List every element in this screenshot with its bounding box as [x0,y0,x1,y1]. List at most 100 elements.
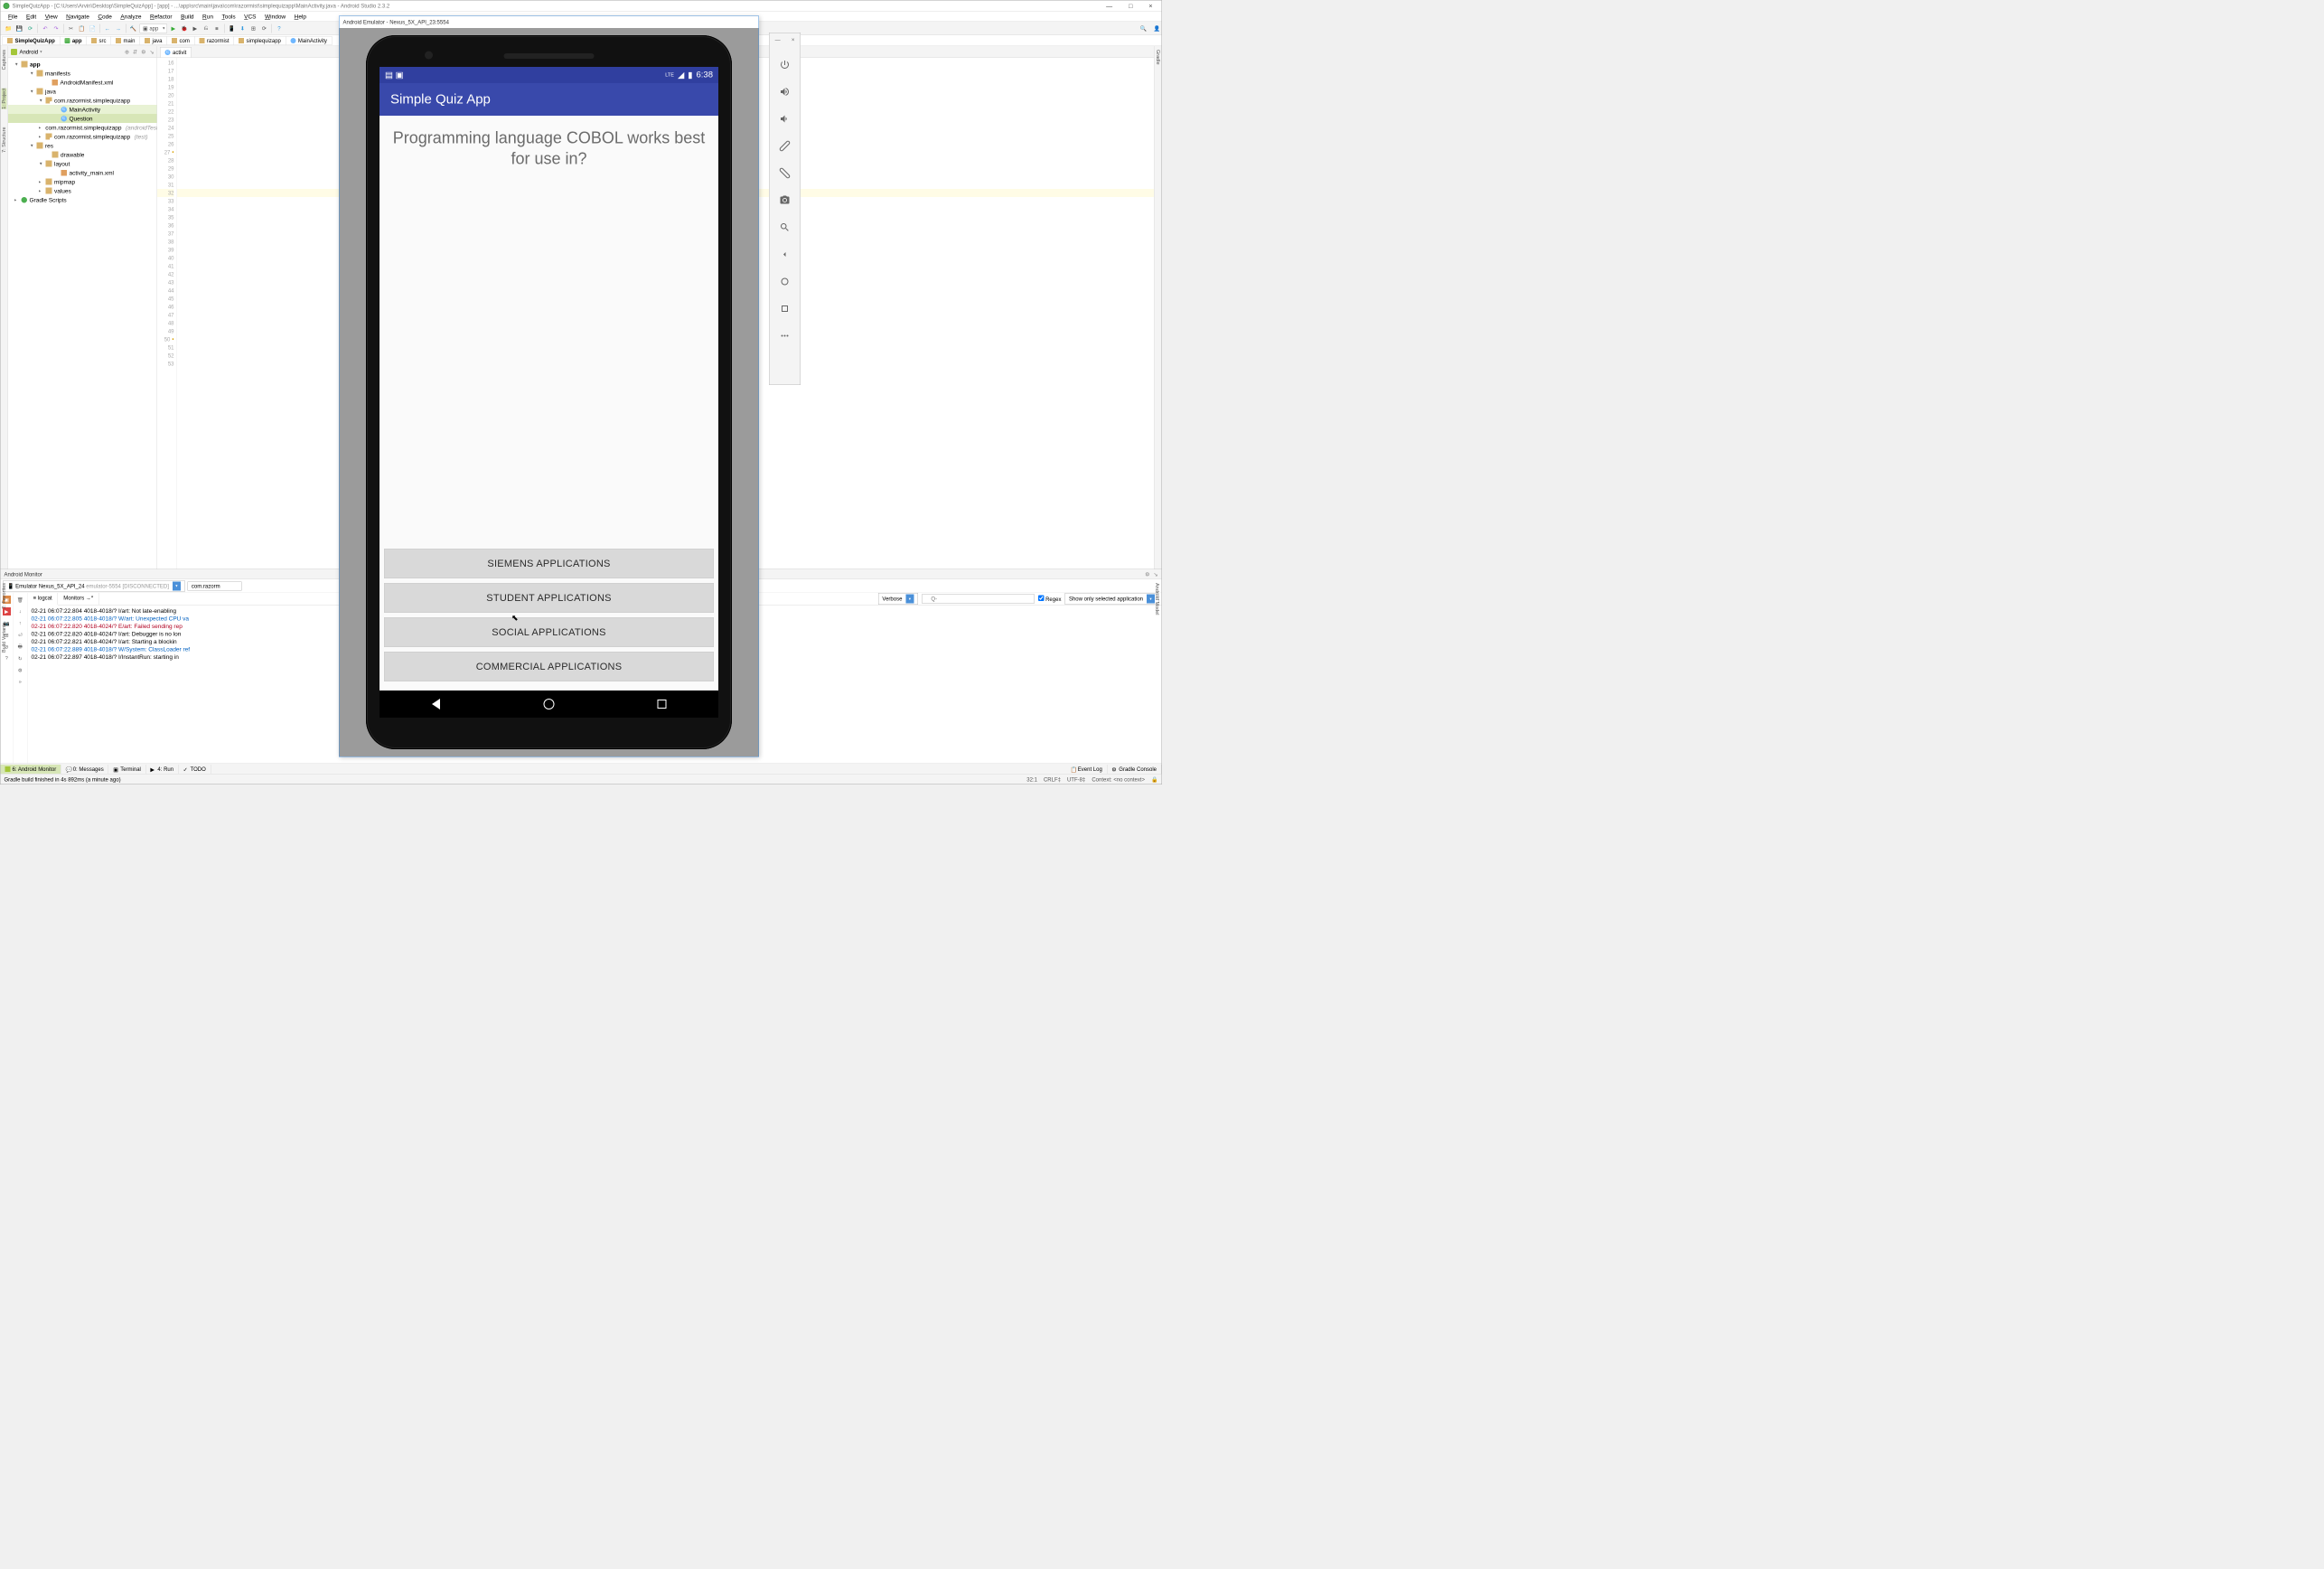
menu-analyze[interactable]: Analyze [117,13,145,22]
breadcrumb-item[interactable]: SimpleQuizApp [3,36,61,45]
collapse-icon[interactable]: ⇵ [133,49,137,55]
hide-icon[interactable]: ↘ [1153,571,1157,578]
menu-window[interactable]: Window [261,13,290,22]
cut-icon[interactable]: ✂ [67,23,76,33]
profile-icon[interactable]: ▶ [191,23,200,33]
menu-vcs[interactable]: VCS [240,13,260,22]
help-icon[interactable]: ? [275,23,284,33]
breadcrumb-item[interactable]: src [87,36,112,45]
tree-node-package-test[interactable]: ▸com.razormist.simplequizapp(androidTest… [8,123,157,132]
menu-file[interactable]: File [5,13,22,22]
copy-icon[interactable]: 📋 [78,23,87,33]
status-position[interactable]: 32:1 [1026,776,1037,783]
tab-event-log[interactable]: 📋Event Log [1066,765,1108,774]
make-icon[interactable]: 🔨 [129,23,138,33]
search-icon[interactable]: 🔍 [1139,23,1148,33]
breadcrumb-item[interactable]: app [60,36,87,45]
home-icon[interactable] [779,276,792,288]
menu-code[interactable]: Code [94,13,117,22]
save-icon[interactable]: 💾 [15,23,24,33]
run-icon[interactable]: ▶ [169,23,178,33]
more-icon[interactable] [779,330,792,343]
tree-node-layout[interactable]: ▼layout [8,159,157,168]
status-lock-icon[interactable]: 🔒 [1151,776,1157,783]
log-search-input[interactable] [922,595,1035,604]
editor-tab[interactable]: activit [160,47,192,58]
process-combo[interactable]: com.razorm [187,581,241,590]
dropdown-icon[interactable]: ▾ [40,50,42,55]
tree-node-values[interactable]: ▸values [8,186,157,195]
sync2-icon[interactable]: ⟳ [259,23,268,33]
back-icon[interactable]: ← [103,23,112,33]
sdk-icon[interactable]: ⬇ [238,23,247,33]
open-icon[interactable]: 📁 [5,23,14,33]
loglevel-combo[interactable]: Verbose▾ [878,593,918,605]
tree-node-app[interactable]: ▼app [8,60,157,69]
window-minimize[interactable]: — [1106,3,1112,10]
tree-node-manifest-file[interactable]: AndroidManifest.xml [8,78,157,87]
debug-icon[interactable]: 🐞 [180,23,189,33]
status-eol[interactable]: CRLF‡ [1044,776,1061,783]
window-close[interactable]: × [1148,3,1152,10]
filter-combo[interactable]: Show only selected application▾ [1064,593,1158,605]
nav-recent[interactable] [656,698,669,710]
restart-icon[interactable]: ↻ [16,654,24,662]
tab-android-monitor[interactable]: 6: Android Monitor [1,765,61,774]
nav-home[interactable] [543,698,556,710]
stop-icon[interactable]: ■ [212,23,221,33]
answer-button-4[interactable]: COMMERCIAL APPLICATIONS [384,652,714,681]
volume-up-icon[interactable] [779,86,792,99]
status-encoding[interactable]: UTF-8‡ [1067,776,1085,783]
status-context[interactable]: Context: <no context> [1092,776,1145,783]
settings-icon[interactable]: ⚙ [1145,571,1149,578]
back-icon[interactable] [779,249,792,261]
menu-edit[interactable]: Edit [22,13,40,22]
forward-icon[interactable]: → [114,23,123,33]
overview-icon[interactable] [779,303,792,315]
favorites-tab[interactable]: 2: Favorites [1,583,6,609]
buildvariants-tab[interactable]: Build Variants [1,623,6,653]
tree-node-java[interactable]: ▼java [8,87,157,96]
attach-icon[interactable]: ⎌ [201,23,211,33]
redo-icon[interactable]: ↷ [52,23,61,33]
tree-node-res[interactable]: ▼res [8,141,157,150]
tree-node-package[interactable]: ▼com.razormist.simplequizapp [8,96,157,105]
settings-icon[interactable]: ⚙ [16,666,24,674]
zoom-icon[interactable] [779,221,792,234]
menu-view[interactable]: View [41,13,61,22]
power-icon[interactable] [779,59,792,71]
breadcrumb-item[interactable]: com [167,36,195,45]
right-icon[interactable]: » [16,678,24,686]
structure-icon[interactable]: ⊞ [248,23,258,33]
tab-terminal[interactable]: ▣Terminal [108,765,145,774]
breadcrumb-item[interactable]: simplequizapp [234,36,286,45]
undo-icon[interactable]: ↶ [41,23,50,33]
answer-button-2[interactable]: STUDENT APPLICATIONS [384,583,714,613]
tree-node-gradle[interactable]: ▸Gradle Scripts [8,195,157,204]
rotate-right-icon[interactable] [779,167,792,180]
window-maximize[interactable]: □ [1129,3,1132,10]
target-icon[interactable]: ⊕ [125,49,129,55]
breadcrumb-item[interactable]: main [111,36,141,45]
breadcrumb-item[interactable]: MainActivity [286,36,333,45]
tab-run[interactable]: ▶4: Run [145,765,178,774]
panel-minimize[interactable]: — [775,37,781,44]
tab-logcat[interactable]: ≡ logcat [28,593,59,606]
menu-run[interactable]: Run [199,13,218,22]
breadcrumb-item[interactable]: java [140,36,168,45]
captures-tab[interactable]: Captures [2,50,7,70]
panel-close[interactable]: × [792,37,795,44]
nav-back[interactable] [430,698,443,710]
avd-icon[interactable]: 📱 [227,23,236,33]
menu-tools[interactable]: Tools [218,13,239,22]
tree-node-layout-file[interactable]: activity_main.xml [8,168,157,177]
project-tab[interactable]: 1: Project [2,88,7,108]
scroll-icon[interactable]: ↓ [16,607,24,615]
tab-monitors[interactable]: Monitors →* [58,593,99,605]
volume-down-icon[interactable] [779,113,792,126]
up-icon[interactable]: ↑ [16,619,24,627]
hide-icon[interactable]: ↘ [149,49,154,55]
rotate-left-icon[interactable] [779,140,792,153]
structure-tab[interactable]: 7: Structure [2,127,7,153]
breadcrumb-item[interactable]: razormist [194,36,234,45]
